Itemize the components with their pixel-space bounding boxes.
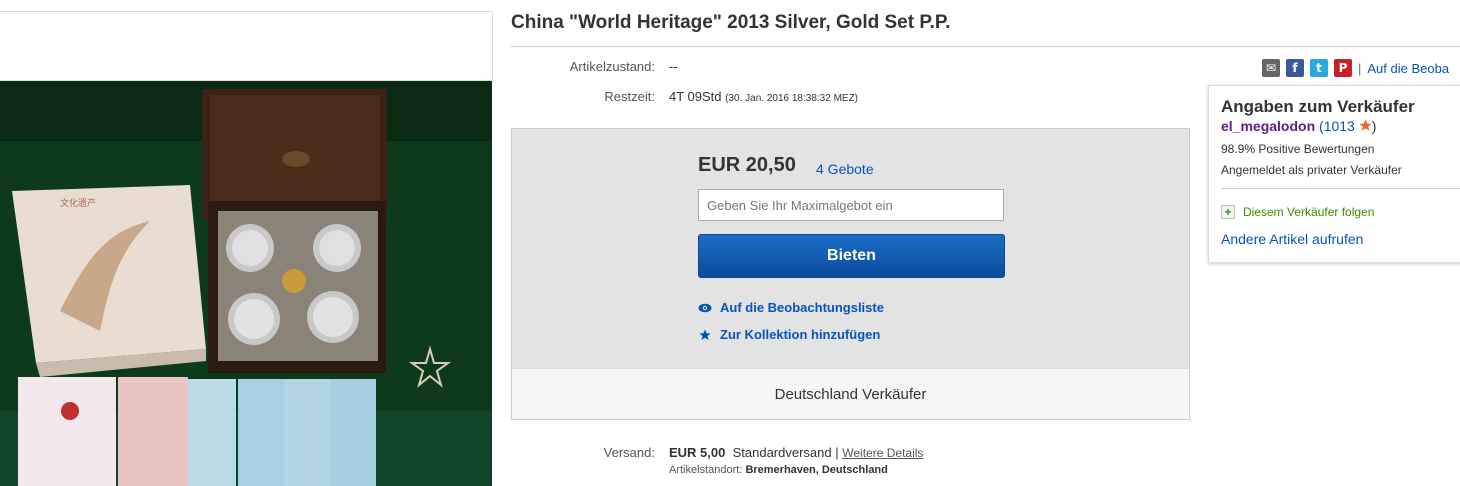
facebook-icon[interactable]: f [1286, 59, 1304, 77]
share-separator: | [1358, 60, 1362, 76]
svg-text:文化遗产: 文化遗产 [60, 197, 96, 209]
item-photo[interactable]: 文化遗产 [0, 81, 492, 486]
time-left-value: 4T 09Std (30. Jan. 2016 18:38:32 MEZ) [669, 89, 858, 104]
eye-icon [698, 303, 712, 313]
image-header-box [0, 11, 493, 81]
coin-set-photo: 文化遗产 [0, 81, 492, 486]
feedback-star-icon [1359, 118, 1372, 134]
watchlist-link-top[interactable]: Auf die Beoba [1367, 61, 1449, 76]
feedback-score[interactable]: 1013 [1324, 118, 1355, 134]
auction-end-time: (30. Jan. 2016 18:38:32 MEZ) [725, 93, 859, 104]
shipping-label: Versand: [603, 445, 655, 460]
seller-name-row: el_megalodon (1013 ) [1221, 118, 1376, 134]
item-location-label: Artikelstandort: [669, 464, 743, 476]
add-to-collection-link[interactable]: Zur Kollektion hinzufügen [698, 327, 880, 342]
positive-feedback: 98.9% Positive Bewertungen [1221, 142, 1375, 156]
shipping-value: EUR 5,00 Standardversand | Weitere Detai… [669, 445, 923, 460]
bid-box: EUR 20,50 4 Gebote Bieten Auf die Beobac… [511, 128, 1190, 420]
seller-heading: Angaben zum Verkäufer [1221, 97, 1415, 116]
shipping-separator: | [835, 445, 839, 460]
current-price: EUR 20,50 [698, 154, 796, 176]
seller-location-footer: Deutschland Verkäufer [512, 368, 1189, 419]
seller-type: Angemeldet als privater Verkäufer [1221, 163, 1402, 177]
twitter-icon[interactable]: t [1310, 59, 1328, 77]
plus-icon: + [1221, 205, 1235, 219]
condition-value: -- [669, 59, 678, 74]
score-close: ) [1371, 118, 1377, 134]
title-divider [511, 46, 1460, 47]
seller-divider [1221, 188, 1460, 189]
collection-label: Zur Kollektion hinzufügen [720, 327, 881, 342]
item-title: China "World Heritage" 2013 Silver, Gold… [511, 12, 951, 33]
other-items-link[interactable]: Andere Artikel aufrufen [1221, 231, 1363, 247]
star-icon [698, 329, 712, 341]
time-left-label: Restzeit: [604, 89, 655, 104]
time-left-duration: 4T 09Std [669, 89, 722, 104]
condition-label: Artikelzustand: [569, 59, 655, 74]
follow-seller-link[interactable]: + Diesem Verkäufer folgen [1221, 205, 1374, 219]
place-bid-button[interactable]: Bieten [698, 234, 1005, 278]
shipping-cost: EUR 5,00 [669, 445, 726, 460]
item-location: Artikelstandort: Bremerhaven, Deutschlan… [669, 464, 888, 476]
follow-seller-label: Diesem Verkäufer folgen [1243, 205, 1375, 219]
max-bid-input[interactable] [698, 189, 1004, 221]
watchlist-label: Auf die Beobachtungsliste [720, 300, 884, 315]
bid-count-link[interactable]: 4 Gebote [816, 161, 874, 177]
share-bar: ✉ f t P | Auf die Beoba [1262, 59, 1449, 77]
seller-info-card: Angaben zum Verkäufer el_megalodon (1013… [1208, 85, 1460, 263]
item-location-value: Bremerhaven, Deutschland [745, 464, 888, 476]
add-to-watchlist-link[interactable]: Auf die Beobachtungsliste [698, 300, 884, 315]
shipping-method: Standardversand [732, 445, 832, 460]
pinterest-icon[interactable]: P [1334, 59, 1352, 77]
shipping-details-link[interactable]: Weitere Details [842, 446, 923, 460]
mail-icon[interactable]: ✉ [1262, 59, 1280, 77]
seller-username[interactable]: el_megalodon [1221, 118, 1315, 134]
